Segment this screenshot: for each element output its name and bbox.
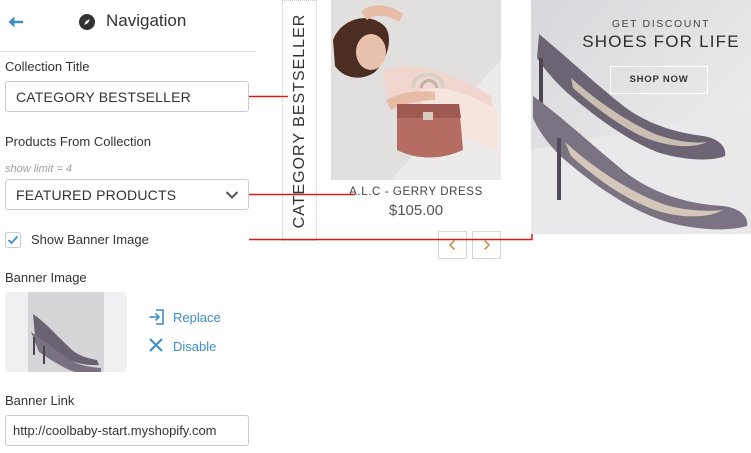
chevron-right-icon (483, 239, 491, 251)
banner-link-input[interactable] (5, 415, 249, 446)
show-banner-label[interactable]: Show Banner Image (31, 232, 149, 247)
banner-thumbnail (5, 292, 127, 372)
show-limit-hint: show limit = 4 (5, 163, 72, 175)
promo-banner[interactable]: GET DISCOUNT SHOES FOR LIFE SHOP NOW (531, 0, 751, 234)
replace-label: Replace (173, 310, 221, 325)
products-collection-selected: FEATURED PRODUCTS (16, 187, 177, 203)
products-from-collection-label: Products From Collection (5, 134, 151, 149)
banner-thumbnail-image (28, 292, 104, 372)
carousel-next-button[interactable] (472, 231, 501, 259)
chevron-down-icon (225, 191, 239, 199)
panel-title: Navigation (106, 11, 187, 30)
section-title-vertical: CATEGORY BESTSELLER (290, 13, 308, 228)
close-icon (149, 338, 163, 352)
banner-link-label: Banner Link (5, 393, 75, 408)
arrow-left-icon (8, 16, 23, 28)
panel-header: Navigation (0, 0, 256, 52)
show-banner-checkbox[interactable] (5, 232, 21, 248)
product-price: $105.00 (388, 202, 444, 219)
product-photo (331, 0, 501, 180)
shop-now-button[interactable]: SHOP NOW (610, 66, 708, 94)
chevron-left-icon (448, 239, 456, 251)
disable-label: Disable (173, 339, 217, 354)
banner-headline: SHOES FOR LIFE (582, 32, 740, 51)
banner-small-text: GET DISCOUNT (611, 18, 711, 30)
product-image[interactable] (331, 0, 501, 180)
back-button[interactable] (3, 11, 27, 33)
settings-panel: Navigation Collection Title Products Fro… (0, 0, 256, 453)
compass-icon (79, 14, 95, 30)
banner-image-label: Banner Image (5, 270, 87, 285)
replace-icon (149, 309, 164, 325)
product-name[interactable]: A.L.C - GERRY DRESS (331, 186, 501, 198)
collection-title-input[interactable] (5, 81, 249, 112)
collection-title-label: Collection Title (5, 59, 90, 74)
section-title-box: CATEGORY BESTSELLER (282, 0, 317, 241)
products-collection-select[interactable]: FEATURED PRODUCTS (5, 179, 249, 210)
carousel-prev-button[interactable] (438, 231, 467, 259)
